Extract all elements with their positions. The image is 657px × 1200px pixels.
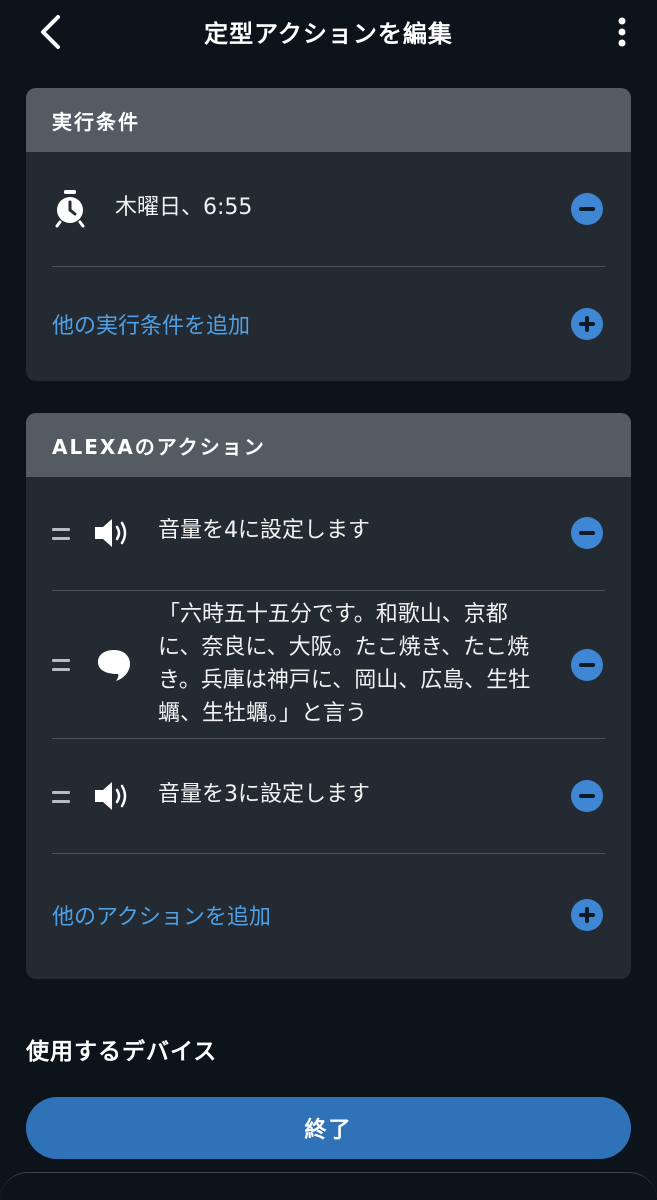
- alarm-clock-icon: [55, 190, 85, 228]
- devices-section-title: 使用するデバイス: [26, 1039, 218, 1065]
- actions-card-header: ALEXAのアクション: [26, 413, 631, 477]
- trigger-card-header: 実行条件: [26, 88, 631, 152]
- speech-bubble-icon: [98, 650, 130, 681]
- minus-icon: [579, 663, 595, 667]
- minus-icon: [579, 531, 595, 535]
- drag-handle-icon[interactable]: [52, 791, 70, 803]
- speaker-icon: [95, 782, 127, 810]
- remove-action-button[interactable]: [571, 649, 603, 681]
- action-text: 音量を3に設定します: [158, 782, 370, 807]
- drag-handle-icon[interactable]: [52, 659, 70, 671]
- add-action-link[interactable]: 他のアクションを追加: [26, 899, 271, 931]
- action-row-say[interactable]: 「六時五十五分です。和歌山、京都に、奈良に、大阪。たこ焼き、たこ焼き。兵庫は神戸…: [26, 591, 631, 738]
- action-text: 「六時五十五分です。和歌山、京都に、奈良に、大阪。たこ焼き、たこ焼き。兵庫は神戸…: [158, 602, 531, 726]
- add-action-button[interactable]: [571, 899, 603, 931]
- action-row-volume-4[interactable]: 音量を4に設定します: [26, 477, 631, 590]
- action-text: 音量を4に設定します: [158, 518, 370, 543]
- trigger-text: 木曜日、6:55: [115, 195, 253, 220]
- drag-handle-icon[interactable]: [52, 528, 70, 540]
- bottom-sheet: [0, 1172, 657, 1200]
- remove-action-button[interactable]: [571, 517, 603, 549]
- more-options-button[interactable]: [604, 12, 640, 52]
- minus-icon: [579, 207, 595, 211]
- edit-routine-screen: 定型アクションを編集 実行条件 木曜日、6:55 他の実行条件を追加 ALEXA…: [0, 0, 657, 1200]
- finish-button[interactable]: 終了: [26, 1097, 631, 1159]
- page-title: 定型アクションを編集: [204, 20, 453, 48]
- speaker-icon: [95, 519, 127, 547]
- minus-icon: [579, 794, 595, 798]
- app-header: 定型アクションを編集: [0, 0, 657, 64]
- more-vertical-icon: [618, 17, 626, 47]
- add-trigger-button[interactable]: [571, 308, 603, 340]
- trigger-row[interactable]: 木曜日、6:55: [26, 152, 631, 266]
- add-action-row[interactable]: 他のアクションを追加: [26, 854, 631, 976]
- remove-trigger-button[interactable]: [571, 193, 603, 225]
- add-trigger-row[interactable]: 他の実行条件を追加: [26, 267, 631, 380]
- action-row-volume-3[interactable]: 音量を3に設定します: [26, 739, 631, 853]
- remove-action-button[interactable]: [571, 780, 603, 812]
- add-trigger-link[interactable]: 他の実行条件を追加: [26, 308, 250, 340]
- actions-card: ALEXAのアクション 音量を4に設定します 「六時五十五分です。和歌山、京都に…: [26, 413, 631, 979]
- trigger-card: 実行条件 木曜日、6:55 他の実行条件を追加: [26, 88, 631, 381]
